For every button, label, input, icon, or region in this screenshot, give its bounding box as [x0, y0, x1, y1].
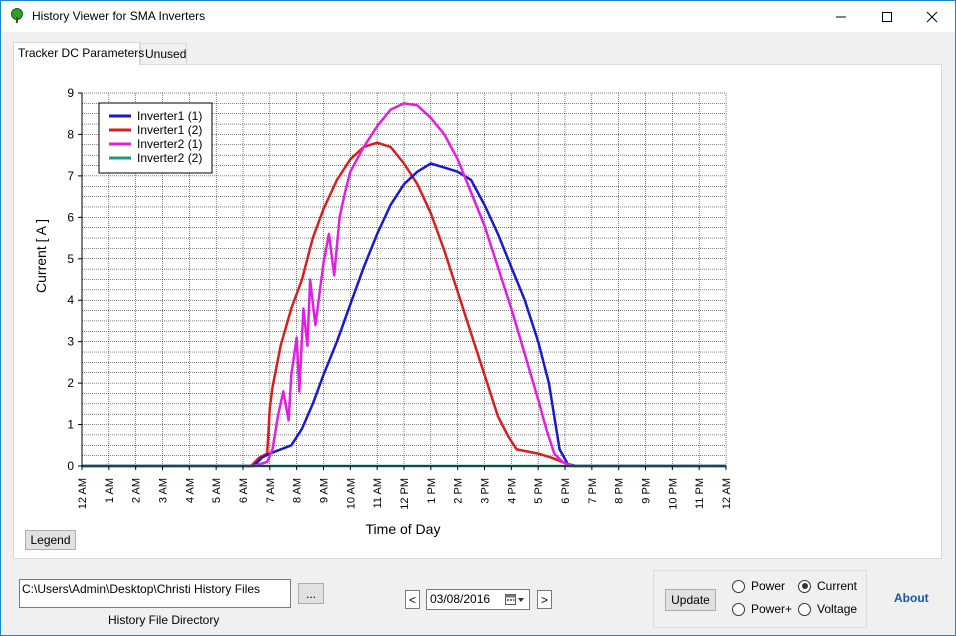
- window-title: History Viewer for SMA Inverters: [32, 9, 206, 23]
- legend-label: Inverter2 (2): [137, 151, 202, 165]
- x-tick-label: 11 PM: [694, 478, 706, 509]
- x-tick-label: 7 PM: [587, 478, 599, 504]
- x-tick-label: 12 AM: [77, 478, 89, 509]
- about-link[interactable]: About: [894, 591, 929, 605]
- y-tick-label: 5: [67, 252, 74, 266]
- y-tick-label: 1: [67, 418, 74, 432]
- radio-power[interactable]: Power: [732, 579, 785, 593]
- x-tick-label: 5 AM: [211, 478, 223, 503]
- radio-voltage[interactable]: Voltage: [798, 602, 857, 616]
- x-tick-label: 3 PM: [480, 478, 492, 504]
- y-tick-label: 6: [67, 210, 74, 224]
- app-window: History Viewer for SMA Inverters Tracker…: [0, 0, 956, 636]
- legend-label: Inverter1 (1): [137, 109, 202, 123]
- next-date-button[interactable]: >: [537, 590, 552, 609]
- x-tick-label: 8 AM: [292, 478, 304, 503]
- x-tick-label: 2 AM: [131, 478, 143, 503]
- chart-legend: Inverter1 (1)Inverter1 (2)Inverter2 (1)I…: [98, 102, 213, 174]
- maximize-button[interactable]: [864, 1, 910, 32]
- update-button[interactable]: Update: [665, 589, 716, 611]
- calendar-icon[interactable]: [505, 593, 525, 606]
- x-tick-label: 4 AM: [184, 478, 196, 503]
- minimize-button[interactable]: [818, 1, 864, 32]
- legend-label: Inverter1 (2): [137, 123, 202, 137]
- radio-current[interactable]: Current: [798, 579, 857, 593]
- title-bar: History Viewer for SMA Inverters: [1, 1, 955, 32]
- x-tick-label: 4 PM: [506, 478, 518, 504]
- y-axis-label: Current [ A ]: [33, 219, 49, 293]
- x-tick-label: 3 AM: [158, 478, 170, 503]
- legend-label: Inverter2 (1): [137, 137, 202, 151]
- y-tick-label: 9: [67, 86, 74, 100]
- radio-power-dot[interactable]: [732, 579, 745, 593]
- radio-current-dot[interactable]: [798, 579, 811, 593]
- x-tick-label: 10 PM: [667, 478, 679, 510]
- directory-input[interactable]: C:\Users\Admin\Desktop\Christi History F…: [19, 579, 291, 608]
- radio-voltage-dot[interactable]: [798, 602, 811, 616]
- tab-tracker-dc-parameters[interactable]: Tracker DC Parameters: [13, 42, 144, 65]
- radio-voltage-label: Voltage: [817, 602, 858, 616]
- minimize-icon: [836, 16, 846, 17]
- x-tick-label: 11 AM: [372, 478, 384, 508]
- radio-power-plus-dot[interactable]: [732, 602, 745, 616]
- x-tick-label: 1 AM: [104, 478, 116, 503]
- date-picker[interactable]: 03/08/2016: [426, 589, 530, 610]
- radio-power-label: Power: [751, 579, 786, 593]
- x-tick-label: 12 PM: [399, 478, 411, 510]
- x-tick-label: 7 AM: [265, 478, 277, 503]
- x-tick-label: 6 PM: [560, 478, 572, 504]
- prev-date-button[interactable]: <: [405, 590, 420, 609]
- y-tick-label: 0: [67, 459, 74, 473]
- close-icon: [926, 11, 938, 22]
- x-tick-label: 8 PM: [614, 478, 626, 504]
- close-button[interactable]: [909, 1, 955, 32]
- y-tick-label: 7: [67, 169, 74, 183]
- radio-current-label: Current: [817, 579, 858, 593]
- y-tick-label: 2: [67, 376, 74, 390]
- x-tick-label: 2 PM: [453, 478, 465, 504]
- x-tick-label: 10 AM: [345, 478, 357, 509]
- radio-power-plus-label: Power+: [751, 602, 793, 616]
- current-chart: 0 1 2 3 4 5 6 7 8 9 12 AM 1 AM 2 AM 3 AM 4 AM 5 AM 6 AM 7…: [33, 86, 733, 537]
- x-tick-label: 1 PM: [426, 478, 438, 504]
- tree-icon: [11, 8, 23, 23]
- radio-power-plus[interactable]: Power+: [732, 602, 792, 616]
- y-tick-label: 4: [67, 293, 74, 307]
- tab-unused[interactable]: Unused: [140, 43, 187, 65]
- x-axis-label: Time of Day: [366, 521, 441, 537]
- y-tick-label: 3: [67, 335, 74, 349]
- browse-button[interactable]: ...: [298, 583, 324, 604]
- x-tick-label: 6 AM: [238, 478, 250, 503]
- maximize-icon: [882, 11, 892, 22]
- y-tick-label: 8: [67, 127, 74, 141]
- legend-button[interactable]: Legend: [25, 530, 76, 550]
- x-tick-label: 5 PM: [533, 478, 545, 504]
- x-tick-label: 9 PM: [641, 478, 653, 504]
- directory-caption: History File Directory: [108, 613, 220, 627]
- chart-panel: 0 1 2 3 4 5 6 7 8 9 12 AM 1 AM 2 AM 3 AM 4 AM 5 AM 6 AM 7…: [13, 64, 942, 559]
- date-value: 03/08/2016: [430, 592, 491, 606]
- x-tick-label: 12 AM: [721, 478, 733, 509]
- x-tick-label: 9 AM: [319, 478, 331, 503]
